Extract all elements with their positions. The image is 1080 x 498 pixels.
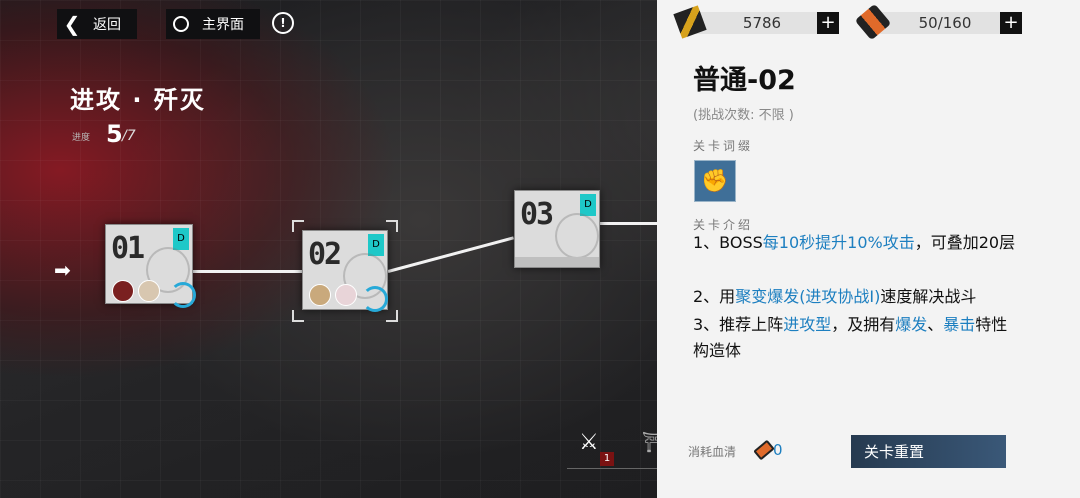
count-badge: 1 xyxy=(600,452,614,466)
back-arrow-icon: ❮ xyxy=(63,12,81,36)
home-button[interactable]: 主界面 xyxy=(166,9,260,39)
intro-line-2: 2、用聚变爆发(进攻协战I)速度解决战斗 xyxy=(693,287,977,306)
back-label: 返回 xyxy=(93,17,121,33)
avatar xyxy=(112,280,134,302)
resource-value: 5786 xyxy=(742,14,782,32)
cleared-ring-icon xyxy=(362,286,388,312)
avatar xyxy=(138,280,160,302)
challenge-count: (挑战次数: 不限 ) xyxy=(693,108,794,123)
cost-label: 消耗血清 xyxy=(688,445,737,459)
resource-ticket: 5786 + xyxy=(673,5,839,39)
fist-icon[interactable]: ✊ xyxy=(694,160,736,202)
crossed-swords-icon[interactable]: ⚔ xyxy=(579,430,599,455)
avatar xyxy=(309,284,331,306)
intro-line-3: 3、推荐上阵进攻型，及拥有爆发、暴击特性构造体 xyxy=(693,315,1008,360)
back-button[interactable]: ❮ 返回 xyxy=(57,9,137,39)
stage-node-number: 02 xyxy=(308,237,342,272)
difficulty-tag: D xyxy=(580,194,596,216)
intro-line-1: 1、BOSS每10秒提升10%攻击，可叠加20层 xyxy=(693,233,1016,252)
add-serum-button[interactable]: + xyxy=(1000,12,1022,34)
path-line xyxy=(598,222,660,225)
stage-node-number: 01 xyxy=(111,231,145,266)
avatar xyxy=(335,284,357,306)
home-label: 主界面 xyxy=(202,17,244,33)
stage-name: 普通-02 xyxy=(693,65,796,96)
affix-label: 关卡词缀 xyxy=(693,139,754,153)
path-line xyxy=(190,270,302,273)
cleared-ring-icon xyxy=(170,282,196,308)
home-circle-icon xyxy=(166,9,196,39)
card-stripe xyxy=(515,257,599,267)
difficulty-tag: D xyxy=(368,234,384,256)
progress-current: 5 xyxy=(106,120,123,148)
cost-value: 0 xyxy=(773,441,783,459)
stage-detail-panel: 5786 + 50/160 + 普通-02 (挑战次数: 不限 ) 关卡词缀 ✊… xyxy=(657,0,1080,498)
map-divider xyxy=(567,468,660,469)
resource-serum: 50/160 + xyxy=(854,3,1022,41)
ticket-icon xyxy=(673,5,707,39)
resource-value: 50/160 xyxy=(918,14,972,32)
stage-reset-button[interactable]: 关卡重置 xyxy=(851,435,1006,468)
difficulty-tag: D xyxy=(173,228,189,250)
stage-node-03[interactable]: 03 D xyxy=(514,190,600,268)
stage-title: 进攻 · 歼灭 xyxy=(70,86,206,114)
progress-label: 进度 xyxy=(72,133,91,143)
start-arrow-icon: ➡ xyxy=(54,258,71,282)
info-icon[interactable]: ! xyxy=(272,12,294,34)
stage-reset-label: 关卡重置 xyxy=(864,443,925,461)
add-ticket-button[interactable]: + xyxy=(817,12,839,34)
fingerprint-icon xyxy=(555,213,599,259)
progress-total: /7 xyxy=(122,128,136,144)
stage-node-number: 03 xyxy=(520,197,554,232)
serum-icon xyxy=(854,3,892,41)
